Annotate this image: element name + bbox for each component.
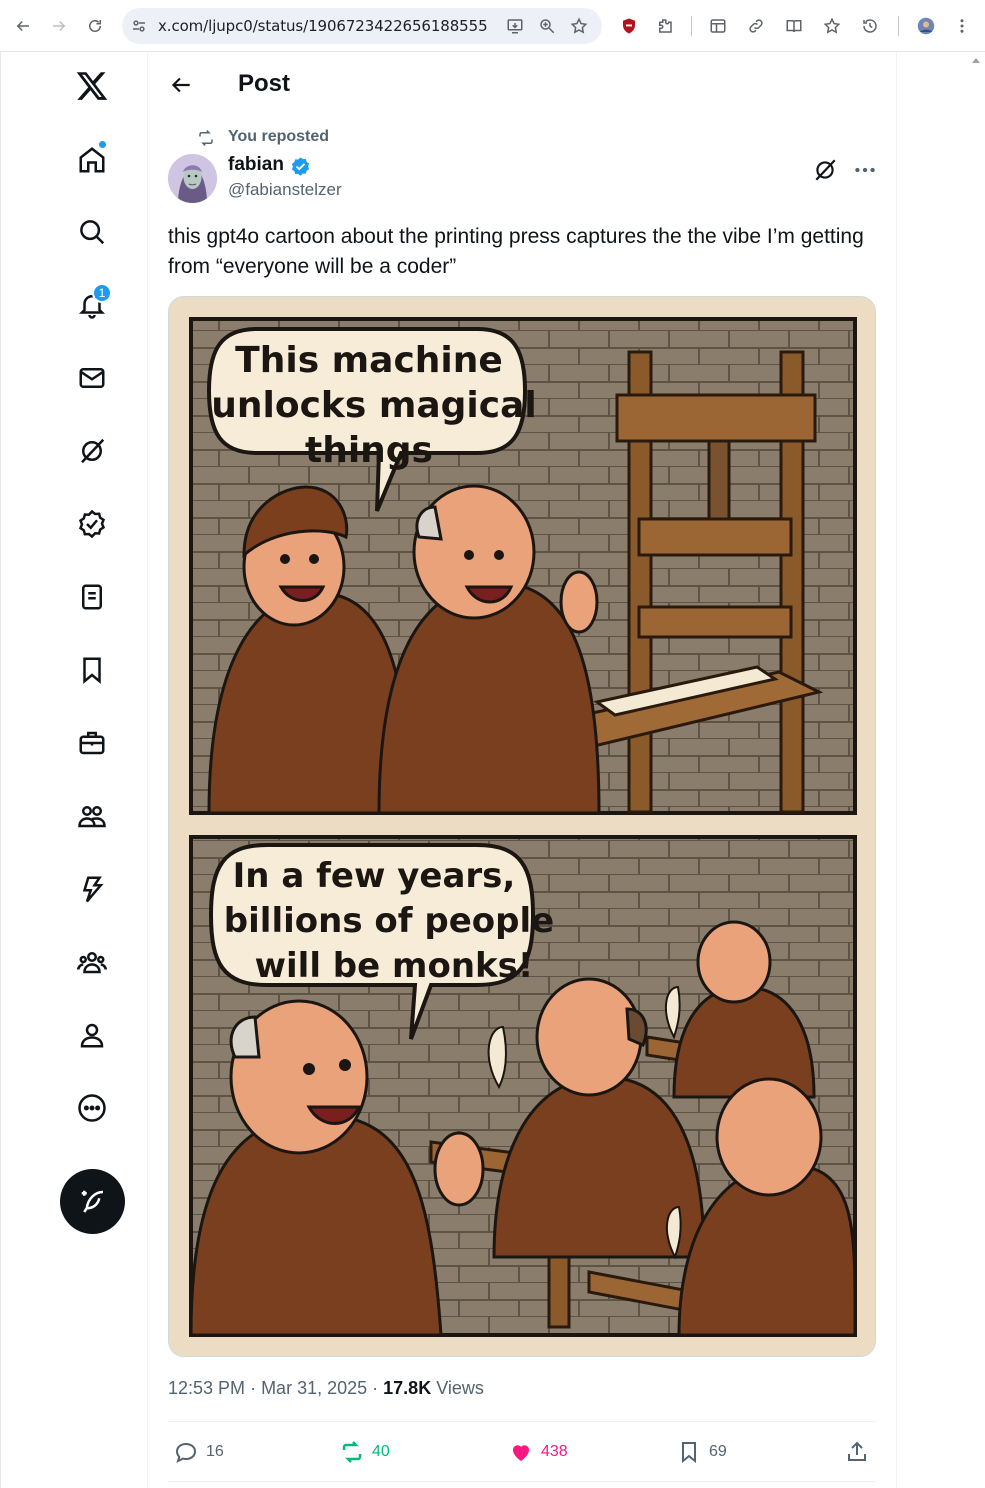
bookmarks-nav-icon[interactable] (72, 650, 112, 690)
comic-panel-2: In a few years, billions of people will … (189, 835, 857, 1337)
panel-1-caption-line-1: This machine (235, 340, 503, 381)
more-options-circle-icon[interactable] (72, 1088, 112, 1128)
search-icon[interactable] (72, 212, 112, 252)
profile-icon[interactable] (72, 1015, 112, 1055)
panel-2-caption-line-1: In a few years, (233, 856, 516, 896)
compose-feather-icon (81, 1190, 103, 1213)
page-title: Post (238, 70, 291, 97)
post-more-icon[interactable] (852, 157, 878, 183)
repost-icon (342, 1441, 362, 1463)
install-app-icon[interactable] (506, 17, 524, 35)
browser-forward-icon[interactable] (46, 13, 72, 39)
views-count: 17.8K (383, 1378, 432, 1398)
site-settings-icon[interactable] (130, 17, 148, 35)
bookmark-count: 69 (709, 1443, 727, 1460)
scroll-up-arrow-icon[interactable] (972, 58, 980, 63)
browser-menu-icon[interactable] (949, 13, 975, 39)
panel-2-caption-line-2: billions of people (224, 901, 554, 941)
profile-avatar-icon[interactable] (913, 13, 939, 39)
bookmark-icon (682, 1442, 696, 1464)
author-name[interactable]: fabian (228, 154, 284, 176)
home-unread-dot (98, 140, 107, 149)
post-date[interactable]: Mar 31, 2025 (261, 1378, 367, 1398)
repost-label[interactable]: You reposted (228, 128, 329, 146)
reading-mode-icon[interactable] (781, 13, 807, 39)
bookmarks-icon[interactable] (819, 13, 845, 39)
repost-button[interactable]: 40 (340, 1437, 390, 1467)
bookmark-button[interactable]: 69 (677, 1437, 727, 1467)
browser-back-icon[interactable] (10, 13, 36, 39)
grok-icon[interactable] (72, 431, 112, 471)
repost-indicator-icon (199, 129, 213, 147)
reply-button[interactable]: 16 (174, 1437, 224, 1467)
browser-toolbar: x.com/ljupc0/status/1906723422656188555 (0, 0, 985, 52)
heart-icon (512, 1445, 530, 1461)
history-icon[interactable] (857, 13, 883, 39)
views-label: Views (436, 1378, 484, 1398)
extensions-puzzle-icon[interactable] (652, 13, 678, 39)
shield-extension-icon[interactable] (616, 13, 642, 39)
share-button[interactable] (845, 1437, 869, 1467)
scrollbar[interactable] (967, 52, 985, 1488)
grok-explain-icon[interactable] (812, 157, 838, 183)
browser-reload-icon[interactable] (82, 13, 108, 39)
compose-post-button[interactable] (60, 1169, 125, 1234)
post-text: this gpt4o cartoon about the printing pr… (168, 225, 864, 278)
post-time[interactable]: 12:53 PM (168, 1378, 245, 1398)
back-arrow-icon[interactable] (168, 72, 194, 98)
tab-groups-icon[interactable] (705, 13, 731, 39)
notifications-bell-icon[interactable]: 1 (72, 283, 112, 325)
verified-badge-icon (291, 157, 310, 176)
repost-count: 40 (372, 1443, 390, 1460)
reply-icon (175, 1442, 197, 1463)
messages-envelope-icon[interactable] (72, 358, 112, 398)
communities-icon[interactable] (72, 796, 112, 836)
post-meta: 12:53 PM · Mar 31, 2025 · 17.8K Views (168, 1378, 484, 1398)
lists-icon[interactable] (72, 577, 112, 617)
followers-group-icon[interactable] (72, 942, 112, 982)
x-logo-icon[interactable] (72, 66, 112, 106)
like-count: 438 (541, 1443, 568, 1460)
address-bar[interactable]: x.com/ljupc0/status/1906723422656188555 (122, 8, 602, 44)
home-icon[interactable] (72, 140, 112, 180)
like-button[interactable]: 438 (509, 1437, 568, 1467)
zoom-icon[interactable] (538, 17, 556, 35)
share-icon (848, 1441, 866, 1461)
notifications-badge: 1 (92, 283, 112, 303)
jobs-briefcase-icon[interactable] (72, 723, 112, 763)
post-image[interactable]: This machine unlocks magical things In a… (168, 296, 876, 1357)
verified-orgs-lightning-icon[interactable] (72, 869, 112, 909)
author-handle[interactable]: @fabianstelzer (228, 180, 342, 200)
bookmark-star-icon[interactable] (570, 17, 588, 35)
url-text[interactable]: x.com/ljupc0/status/1906723422656188555 (158, 17, 488, 35)
panel-1-caption-line-3: things (305, 430, 433, 471)
panel-1-caption-line-2: unlocks magical (211, 385, 536, 426)
premium-verified-icon[interactable] (72, 504, 112, 544)
link-icon[interactable] (743, 13, 769, 39)
author-avatar[interactable] (168, 154, 217, 203)
panel-2-caption-line-3: will be monks! (255, 946, 534, 986)
comic-panel-1: This machine unlocks magical things (189, 317, 857, 815)
reply-count: 16 (206, 1443, 224, 1460)
